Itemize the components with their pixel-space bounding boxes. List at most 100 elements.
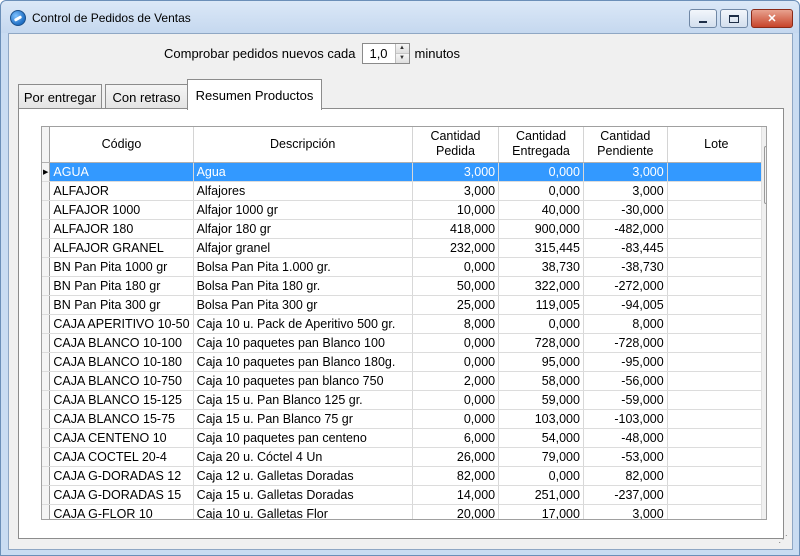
table-cell[interactable]: -728,000	[583, 333, 668, 353]
table-cell[interactable]	[667, 428, 766, 448]
table-cell[interactable]: -272,000	[583, 276, 668, 296]
table-cell[interactable]: -30,000	[583, 200, 668, 220]
minimize-button[interactable]	[689, 9, 717, 28]
table-cell[interactable]: ALFAJOR GRANEL	[49, 238, 194, 258]
table-cell[interactable]: 0,000	[498, 162, 584, 182]
table-cell[interactable]	[667, 352, 766, 372]
table-row[interactable]: CAJA G-FLOR 10 Caja 10 u. Galletas Flor 20…	[42, 504, 766, 519]
column-header-cantidad-pedida[interactable]: Cantidad Pedida	[412, 127, 500, 163]
row-indicator[interactable]	[42, 181, 51, 201]
table-cell[interactable]: 79,000	[498, 447, 584, 467]
table-cell[interactable]: CAJA BLANCO 15-125	[49, 390, 194, 410]
table-cell[interactable]: Alfajor granel	[193, 238, 413, 258]
table-cell[interactable]: Agua	[193, 162, 413, 182]
table-row[interactable]: CAJA BLANCO 10-180 Caja 10 paquetes pan B…	[42, 352, 766, 372]
close-button[interactable]: ✕	[751, 9, 793, 28]
scroll-up-icon[interactable]: ▲	[762, 127, 766, 144]
table-cell[interactable]: 322,000	[498, 276, 584, 296]
table-row[interactable]: CAJA BLANCO 15-75 Caja 15 u. Pan Blanco 7…	[42, 409, 766, 429]
table-row[interactable]: CAJA BLANCO 10-750 Caja 10 paquetes pan b…	[42, 371, 766, 391]
scroll-down-icon[interactable]: ▼	[762, 502, 766, 519]
table-cell[interactable]: 0,000	[498, 466, 584, 486]
table-cell[interactable]: 6,000	[412, 428, 500, 448]
row-indicator[interactable]	[42, 485, 51, 505]
table-cell[interactable]: BN Pan Pita 180 gr	[49, 276, 194, 296]
table-cell[interactable]: 119,005	[498, 295, 584, 315]
table-cell[interactable]: -103,000	[583, 409, 668, 429]
table-cell[interactable]: Caja 10 paquetes pan centeno	[193, 428, 413, 448]
table-row[interactable]: CAJA APERITIVO 10-50 Caja 10 u. Pack de A…	[42, 314, 766, 334]
table-cell[interactable]	[667, 219, 766, 239]
table-cell[interactable]: -59,000	[583, 390, 668, 410]
table-cell[interactable]: Alfajor 180 gr	[193, 219, 413, 239]
tab-resumen-productos[interactable]: Resumen Productos	[187, 79, 322, 110]
table-cell[interactable]: CAJA BLANCO 10-180	[49, 352, 194, 372]
table-cell[interactable]: ALFAJOR 1000	[49, 200, 194, 220]
table-cell[interactable]: CAJA BLANCO 15-75	[49, 409, 194, 429]
resize-grip-icon[interactable]: ⋰	[778, 535, 788, 545]
table-cell[interactable]: -48,000	[583, 428, 668, 448]
table-cell[interactable]: Caja 12 u. Galletas Doradas	[193, 466, 413, 486]
table-cell[interactable]: 38,730	[498, 257, 584, 277]
table-cell[interactable]: Caja 10 paquetes pan blanco 750	[193, 371, 413, 391]
table-cell[interactable]: Caja 10 u. Pack de Aperitivo 500 gr.	[193, 314, 413, 334]
table-cell[interactable]: CAJA BLANCO 10-750	[49, 371, 194, 391]
table-cell[interactable]: 0,000	[498, 181, 584, 201]
table-row[interactable]: CAJA COCTEL 20-4 Caja 20 u. Cóctel 4 Un 26…	[42, 447, 766, 467]
table-row[interactable]: CAJA BLANCO 15-125 Caja 15 u. Pan Blanco …	[42, 390, 766, 410]
table-cell[interactable]: Bolsa Pan Pita 1.000 gr.	[193, 257, 413, 277]
column-header-cantidad-entregada[interactable]: Cantidad Entregada	[498, 127, 584, 163]
row-indicator[interactable]	[42, 428, 51, 448]
table-row[interactable]: BN Pan Pita 300 gr Bolsa Pan Pita 300 gr 2…	[42, 295, 766, 315]
table-cell[interactable]: 25,000	[412, 295, 500, 315]
table-cell[interactable]	[667, 238, 766, 258]
table-row[interactable]: CAJA G-DORADAS 15 Caja 15 u. Galletas Dor…	[42, 485, 766, 505]
table-cell[interactable]: CAJA G-FLOR 10	[49, 504, 194, 519]
table-cell[interactable]: 3,000	[583, 504, 668, 519]
table-cell[interactable]	[667, 276, 766, 296]
table-cell[interactable]: CAJA APERITIVO 10-50	[49, 314, 194, 334]
table-cell[interactable]: 2,000	[412, 371, 500, 391]
table-cell[interactable]	[667, 181, 766, 201]
table-cell[interactable]: 58,000	[498, 371, 584, 391]
table-cell[interactable]: 8,000	[412, 314, 500, 334]
table-cell[interactable]: ALFAJOR	[49, 181, 194, 201]
row-indicator[interactable]	[42, 447, 51, 467]
row-indicator[interactable]	[42, 314, 51, 334]
table-cell[interactable]: 26,000	[412, 447, 500, 467]
table-cell[interactable]: 0,000	[412, 352, 500, 372]
table-cell[interactable]	[667, 200, 766, 220]
scroll-thumb[interactable]: ≡	[764, 146, 766, 204]
table-row[interactable]: BN Pan Pita 180 gr Bolsa Pan Pita 180 gr.…	[42, 276, 766, 296]
column-header-lote[interactable]: Lote	[667, 127, 766, 163]
table-cell[interactable]	[667, 371, 766, 391]
column-header-descripcion[interactable]: Descripción	[193, 127, 413, 163]
table-cell[interactable]: CAJA G-DORADAS 15	[49, 485, 194, 505]
table-cell[interactable]: 0,000	[412, 257, 500, 277]
table-row[interactable]: ▶ AGUA Agua 3,000 0,000 3,000	[42, 162, 766, 182]
table-cell[interactable]: 0,000	[412, 409, 500, 429]
table-cell[interactable]: Caja 15 u. Pan Blanco 75 gr	[193, 409, 413, 429]
table-cell[interactable]: Caja 10 u. Galletas Flor	[193, 504, 413, 519]
table-cell[interactable]: 82,000	[412, 466, 500, 486]
table-cell[interactable]: 82,000	[583, 466, 668, 486]
row-indicator[interactable]	[42, 409, 51, 429]
table-row[interactable]: ALFAJOR 180 Alfajor 180 gr 418,000 900,000-…	[42, 219, 766, 239]
table-cell[interactable]	[667, 447, 766, 467]
row-indicator[interactable]	[42, 504, 51, 519]
table-cell[interactable]: Caja 20 u. Cóctel 4 Un	[193, 447, 413, 467]
table-cell[interactable]: Caja 10 paquetes pan Blanco 100	[193, 333, 413, 353]
row-indicator[interactable]	[42, 276, 51, 296]
table-cell[interactable]	[667, 390, 766, 410]
table-row[interactable]: ALFAJOR 1000 Alfajor 1000 gr 10,000 40,000-…	[42, 200, 766, 220]
table-cell[interactable]: Caja 10 paquetes pan Blanco 180g.	[193, 352, 413, 372]
row-indicator[interactable]	[42, 219, 51, 239]
table-cell[interactable]: 3,000	[412, 181, 500, 201]
table-cell[interactable]	[667, 257, 766, 277]
table-cell[interactable]: Bolsa Pan Pita 180 gr.	[193, 276, 413, 296]
vertical-scrollbar[interactable]: ▲ ≡ ▼	[761, 127, 766, 519]
table-cell[interactable]: -53,000	[583, 447, 668, 467]
table-cell[interactable]: 3,000	[412, 162, 500, 182]
row-indicator[interactable]: ▶	[42, 162, 51, 182]
row-indicator[interactable]	[42, 352, 51, 372]
